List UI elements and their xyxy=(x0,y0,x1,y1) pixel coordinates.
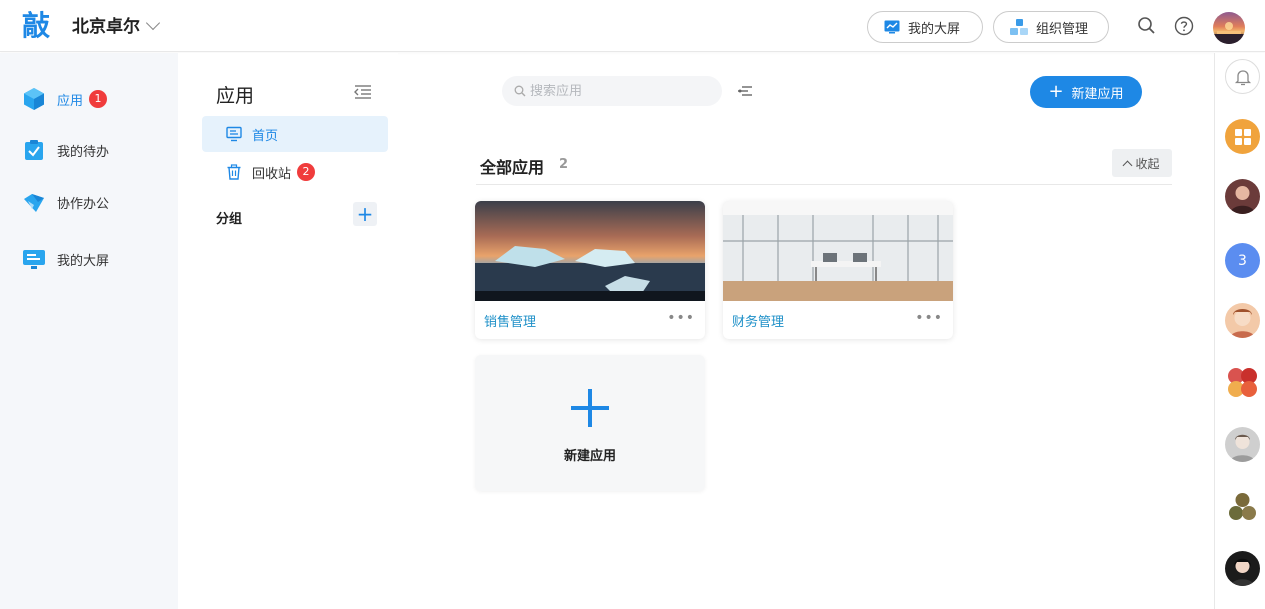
top-header: 敲 北京卓尔 我的大屏 组织管理 xyxy=(0,0,1265,52)
new-app-button[interactable]: + 新建应用 xyxy=(1030,76,1142,108)
section-title: 全部应用 xyxy=(480,158,545,177)
collapse-label: 收起 xyxy=(1135,156,1160,171)
group-avatar[interactable] xyxy=(1225,365,1260,400)
plus-icon: + xyxy=(1048,81,1064,102)
collapse-menu-icon[interactable] xyxy=(354,84,372,100)
apps-grid-icon[interactable] xyxy=(1225,119,1260,154)
my-dashboard-button[interactable]: 我的大屏 xyxy=(867,11,983,43)
left-nav: 应用 1 我的待办 协作办公 我的大屏 xyxy=(0,53,178,609)
org-name: 北京卓尔 xyxy=(72,17,140,37)
app-cover-image xyxy=(723,201,953,301)
app-logo[interactable]: 敲 xyxy=(22,8,50,44)
contact-avatar[interactable] xyxy=(1225,179,1260,214)
app-card[interactable]: 销售管理 ••• xyxy=(475,201,705,339)
screen-icon xyxy=(22,247,46,271)
contact-count-badge[interactable]: 3 xyxy=(1225,243,1260,278)
my-dashboard-label: 我的大屏 xyxy=(908,21,961,37)
apps-badge: 1 xyxy=(89,90,108,108)
contact-avatar[interactable] xyxy=(1225,303,1260,338)
nav-item-dashboard[interactable]: 我的大屏 xyxy=(0,239,178,279)
trash-icon xyxy=(226,164,242,180)
collab-icon xyxy=(22,190,46,214)
dashboard-icon xyxy=(884,20,900,34)
nav-item-collab[interactable]: 协作办公 xyxy=(0,182,178,222)
subnav-label-home: 首页 xyxy=(252,128,279,144)
search-icon[interactable] xyxy=(1137,16,1157,36)
subnav-item-recycle-bin[interactable]: 回收站 2 xyxy=(202,154,388,190)
nav-label-collab: 协作办公 xyxy=(57,196,110,212)
contact-avatar[interactable] xyxy=(1225,551,1260,586)
app-cover-image xyxy=(475,201,705,301)
group-title: 分组 xyxy=(216,212,243,227)
new-app-card-label: 新建应用 xyxy=(563,449,616,464)
group-avatar[interactable] xyxy=(1225,489,1260,524)
recycle-bin-badge: 2 xyxy=(297,163,316,181)
chevron-up-icon xyxy=(1123,160,1133,170)
plus-icon xyxy=(571,389,609,427)
app-name[interactable]: 财务管理 xyxy=(732,311,784,330)
nav-label-todo: 我的待办 xyxy=(57,144,110,160)
nav-item-todo[interactable]: 我的待办 xyxy=(0,130,178,170)
bell-icon[interactable] xyxy=(1225,59,1260,94)
more-icon[interactable]: ••• xyxy=(915,310,943,326)
right-rail: 3 xyxy=(1214,53,1265,609)
more-icon[interactable]: ••• xyxy=(667,310,695,326)
app-card[interactable]: 财务管理 ••• xyxy=(723,201,953,339)
sub-nav: 应用 首页 回收站 2 分组 + xyxy=(178,53,398,609)
todo-icon xyxy=(22,138,46,162)
section-count: 2 xyxy=(559,157,569,172)
sort-icon[interactable] xyxy=(737,83,753,99)
subnav-item-home[interactable]: 首页 xyxy=(202,116,388,152)
nav-item-apps[interactable]: 应用 1 xyxy=(0,79,178,119)
org-switcher[interactable]: 北京卓尔 xyxy=(72,14,161,40)
org-management-label: 组织管理 xyxy=(1036,21,1089,37)
monitor-icon xyxy=(226,126,242,142)
search-box[interactable] xyxy=(502,76,722,106)
contact-avatar[interactable] xyxy=(1225,427,1260,462)
app-name[interactable]: 销售管理 xyxy=(484,311,536,330)
search-icon xyxy=(514,82,526,101)
add-group-button[interactable]: + xyxy=(353,202,377,226)
search-input[interactable] xyxy=(530,83,710,99)
help-icon[interactable] xyxy=(1174,16,1194,36)
new-app-label: 新建应用 xyxy=(1071,86,1124,102)
subnav-label-recycle-bin: 回收站 xyxy=(252,166,292,182)
new-app-card[interactable]: 新建应用 xyxy=(475,355,705,491)
org-management-button[interactable]: 组织管理 xyxy=(993,11,1109,43)
collapse-button[interactable]: 收起 xyxy=(1112,149,1172,177)
cube-icon xyxy=(22,87,46,111)
nav-label-apps: 应用 xyxy=(57,93,84,109)
nav-label-dashboard: 我的大屏 xyxy=(57,253,110,269)
org-icon xyxy=(1010,19,1028,35)
user-avatar[interactable] xyxy=(1213,12,1245,44)
section-divider xyxy=(476,184,1172,185)
subnav-title: 应用 xyxy=(216,85,255,107)
chevron-down-icon xyxy=(145,15,161,31)
